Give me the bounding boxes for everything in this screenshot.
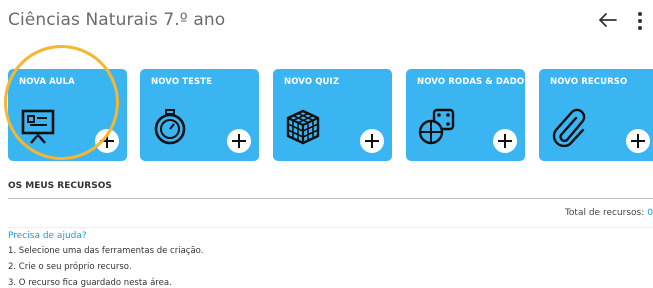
- cube-puzzle-icon: [286, 109, 320, 145]
- card-nova-aula[interactable]: NOVA AULA: [8, 69, 127, 161]
- card-label: NOVO TESTE: [151, 77, 213, 87]
- page-title: Ciências Naturais 7.º ano: [8, 10, 226, 30]
- presentation-board-icon: [21, 109, 55, 144]
- card-novo-recurso[interactable]: NOVO RECURSO: [539, 69, 653, 161]
- card-novo-teste[interactable]: NOVO TESTE: [140, 69, 259, 161]
- help-link[interactable]: Precisa de ajuda?: [8, 231, 87, 241]
- card-novo-quiz[interactable]: NOVO QUIZ: [273, 69, 392, 161]
- add-button[interactable]: [360, 129, 384, 153]
- wheel-dice-icon: [418, 108, 455, 145]
- plus-icon: [365, 134, 379, 148]
- help-step: 1. Selecione uma das ferramentas de cria…: [8, 246, 204, 256]
- plus-icon: [100, 134, 114, 148]
- add-button[interactable]: [95, 129, 119, 153]
- resources-title: OS MEUS RECURSOS: [8, 181, 112, 191]
- creation-tools: NOVA AULA NOVO TESTE NOVO QUIZ NOVO RODA…: [8, 69, 653, 161]
- header: Ciências Naturais 7.º ano: [0, 0, 653, 44]
- card-label: NOVO QUIZ: [284, 77, 340, 87]
- total-label: Total de recursos:: [564, 208, 645, 218]
- total-count: 0: [647, 208, 653, 218]
- arrow-left-icon: [599, 13, 617, 27]
- card-label: NOVA AULA: [19, 77, 75, 87]
- divider: [8, 227, 653, 228]
- more-menu-button[interactable]: [633, 10, 647, 32]
- card-label: NOVO RODAS & DADOS: [417, 77, 525, 87]
- more-vert-icon: [638, 12, 642, 30]
- total-resources: Total de recursos: 0: [565, 208, 653, 218]
- plus-icon: [498, 134, 512, 148]
- help-step: 2. Crie o seu próprio recurso.: [8, 262, 132, 272]
- add-button[interactable]: [227, 129, 251, 153]
- help-step: 3. O recurso fica guardado nesta área.: [8, 278, 172, 288]
- back-button[interactable]: [596, 10, 618, 30]
- add-button[interactable]: [626, 129, 650, 153]
- plus-icon: [631, 134, 645, 148]
- stopwatch-icon: [154, 109, 186, 145]
- card-label: NOVO RECURSO: [550, 77, 628, 87]
- card-novo-rodas-dados[interactable]: NOVO RODAS & DADOS: [406, 69, 525, 161]
- paperclip-icon: [552, 108, 586, 147]
- plus-icon: [232, 134, 246, 148]
- add-button[interactable]: [493, 129, 517, 153]
- divider: [8, 198, 653, 199]
